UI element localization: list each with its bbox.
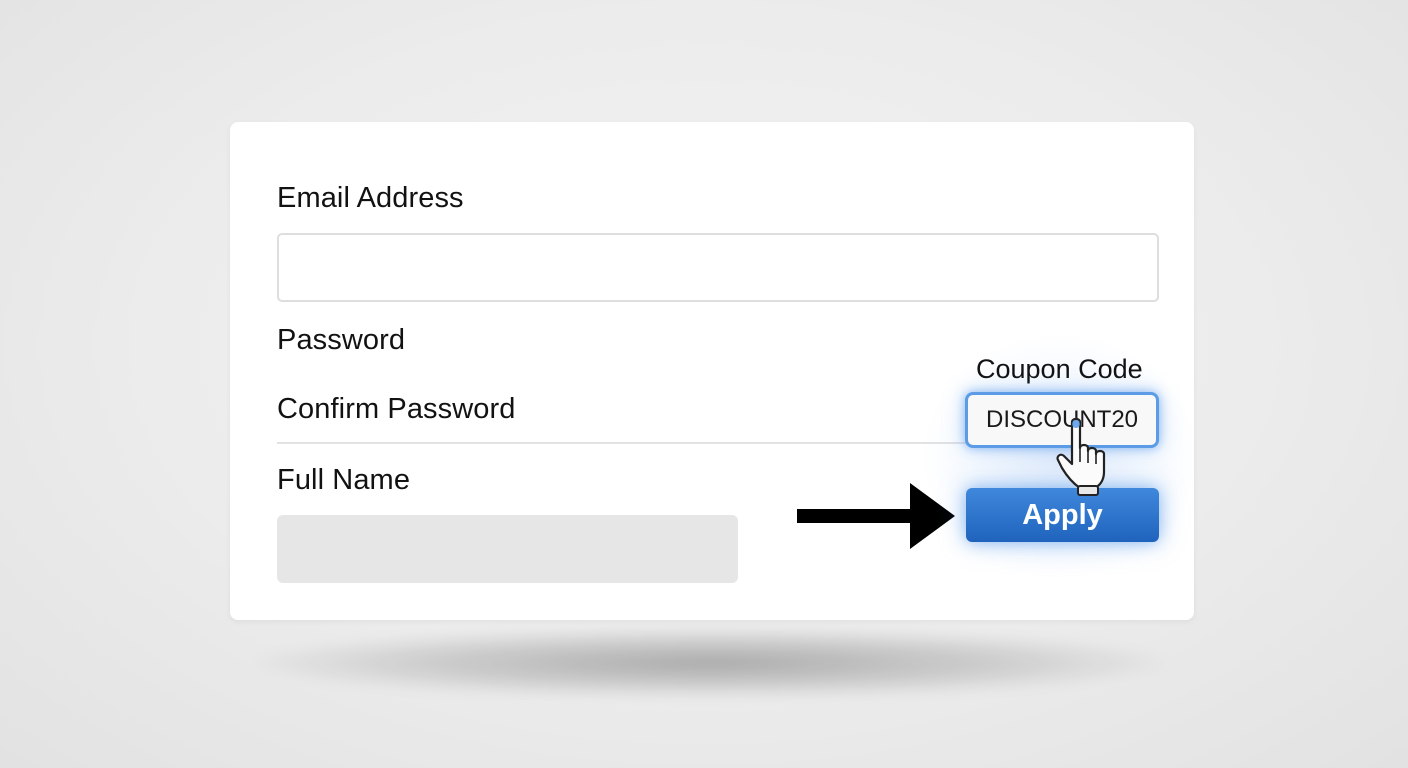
full-name-field[interactable]: [277, 515, 738, 583]
confirm-password-label: Confirm Password: [277, 393, 516, 425]
hand-pointer-icon: [1056, 418, 1106, 496]
right-arrow-icon: [797, 483, 955, 549]
coupon-code-label: Coupon Code: [976, 354, 1143, 384]
signup-form-card: Email Address Password Confirm Password …: [230, 122, 1200, 620]
password-label: Password: [277, 324, 406, 356]
full-name-label: Full Name: [277, 464, 411, 496]
email-field[interactable]: [277, 233, 1159, 302]
email-label: Email Address: [277, 182, 464, 214]
divider: [277, 442, 967, 444]
card-shadow: [250, 628, 1170, 698]
